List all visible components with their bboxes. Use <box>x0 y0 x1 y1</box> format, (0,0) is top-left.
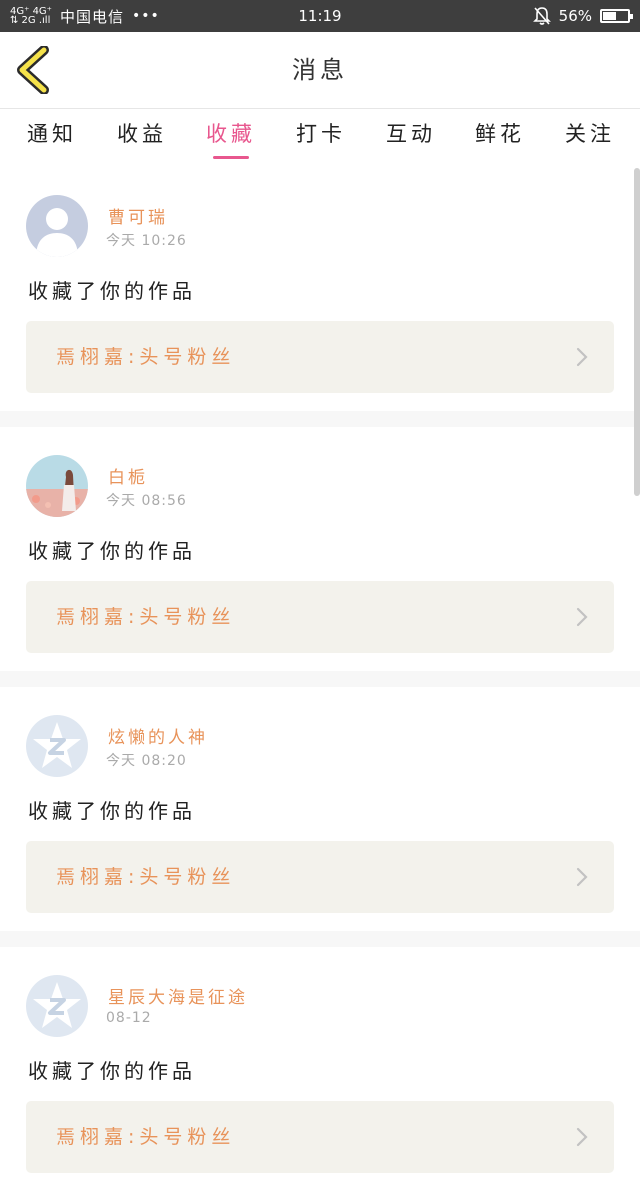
tab-interactions[interactable]: 互动 <box>376 109 446 167</box>
timestamp: 今天 08:20 <box>106 753 187 769</box>
chevron-right-icon <box>576 347 588 367</box>
message-card: 曹可瑞 今天 10:26 收藏了你的作品 焉栩嘉:头号粉丝 <box>0 167 640 411</box>
timestamp: 今天 08:56 <box>106 493 187 509</box>
silent-bell-icon <box>532 7 551 25</box>
qzone-star-avatar-icon <box>26 975 88 1037</box>
tab-following[interactable]: 关注 <box>555 109 625 167</box>
avatar[interactable] <box>26 975 88 1037</box>
username[interactable]: 曹可瑞 <box>108 203 168 228</box>
tab-earnings[interactable]: 收益 <box>107 109 177 167</box>
battery-icon <box>600 9 633 23</box>
page-title: 消息 <box>292 56 348 84</box>
message-card: 白栀 今天 08:56 收藏了你的作品 焉栩嘉:头号粉丝 <box>0 427 640 671</box>
battery-percent: 56% <box>558 7 592 25</box>
chevron-right-icon <box>576 1127 588 1147</box>
status-right: 56% <box>532 0 633 32</box>
avatar[interactable] <box>26 455 88 517</box>
navigation-bar: 消息 <box>0 32 640 109</box>
tab-checkin[interactable]: 打卡 <box>286 109 356 167</box>
timestamp: 今天 10:26 <box>106 233 187 249</box>
action-text: 收藏了你的作品 <box>28 1059 196 1083</box>
scrollbar[interactable] <box>634 168 640 496</box>
work-link[interactable]: 焉栩嘉:头号粉丝 <box>26 581 614 653</box>
back-chevron-icon <box>17 45 49 95</box>
work-link[interactable]: 焉栩嘉:头号粉丝 <box>26 841 614 913</box>
qzone-star-avatar-icon <box>26 715 88 777</box>
work-title: 焉栩嘉:头号粉丝 <box>56 346 236 368</box>
timestamp: 08-12 <box>106 1010 152 1026</box>
action-text: 收藏了你的作品 <box>28 279 196 303</box>
tab-notifications[interactable]: 通知 <box>17 109 87 167</box>
photo-avatar-icon <box>26 455 88 517</box>
action-text: 收藏了你的作品 <box>28 539 196 563</box>
status-bar: 4G⁺ 4G⁺ ⇅ 2G .ıll 中国电信 ••• 11:19 56% <box>0 0 640 32</box>
default-person-avatar-icon <box>26 195 88 257</box>
tab-bar: 通知 收益 收藏 打卡 互动 鲜花 关注 <box>0 109 640 167</box>
tab-flowers[interactable]: 鲜花 <box>465 109 535 167</box>
message-card: 星辰大海是征途 08-12 收藏了你的作品 焉栩嘉:头号粉丝 <box>0 947 640 1191</box>
work-link[interactable]: 焉栩嘉:头号粉丝 <box>26 1101 614 1173</box>
message-card: 炫懒的人神 今天 08:20 收藏了你的作品 焉栩嘉:头号粉丝 <box>0 687 640 931</box>
avatar[interactable] <box>26 195 88 257</box>
username[interactable]: 星辰大海是征途 <box>108 983 248 1008</box>
battery-fill <box>603 12 616 20</box>
work-link[interactable]: 焉栩嘉:头号粉丝 <box>26 321 614 393</box>
action-text: 收藏了你的作品 <box>28 799 196 823</box>
chevron-right-icon <box>576 607 588 627</box>
work-title: 焉栩嘉:头号粉丝 <box>56 866 236 888</box>
work-title: 焉栩嘉:头号粉丝 <box>56 606 236 628</box>
avatar[interactable] <box>26 715 88 777</box>
tab-favorites[interactable]: 收藏 <box>196 109 266 167</box>
back-button[interactable] <box>14 45 60 95</box>
chevron-right-icon <box>576 867 588 887</box>
username[interactable]: 白栀 <box>108 463 148 488</box>
work-title: 焉栩嘉:头号粉丝 <box>56 1126 236 1148</box>
username[interactable]: 炫懒的人神 <box>108 723 208 748</box>
